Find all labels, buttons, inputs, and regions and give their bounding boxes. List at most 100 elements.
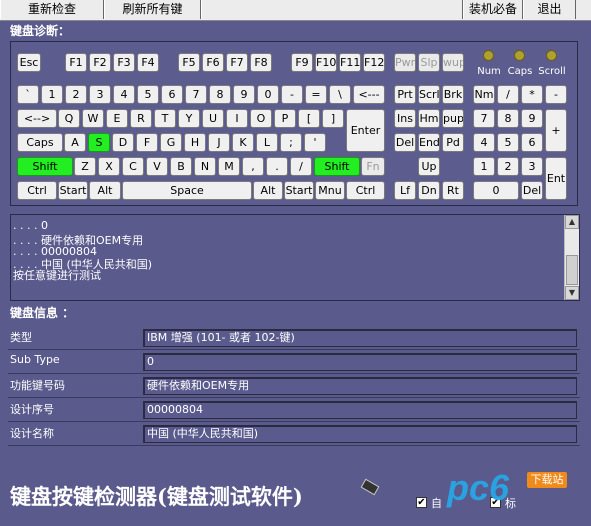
key-n0[interactable]: 0 xyxy=(257,85,279,104)
recheck-button[interactable]: 重新检查 xyxy=(0,0,104,19)
key-z[interactable]: Z xyxy=(74,157,96,176)
key-k1[interactable]: 1 xyxy=(473,157,495,176)
key-n4[interactable]: 4 xyxy=(113,85,135,104)
key-kadd[interactable]: + xyxy=(545,109,567,152)
key-kent[interactable]: Ent xyxy=(545,157,567,200)
key-k9[interactable]: 9 xyxy=(521,109,543,128)
key-f12[interactable]: F12 xyxy=(363,53,385,72)
key-f5[interactable]: F5 xyxy=(178,53,200,72)
key-right[interactable]: Rt xyxy=(442,181,464,200)
key-equal[interactable]: = xyxy=(305,85,327,104)
key-c[interactable]: C xyxy=(122,157,144,176)
key-prt[interactable]: Prt xyxy=(394,85,416,104)
key-slash[interactable]: / xyxy=(290,157,312,176)
key-x[interactable]: X xyxy=(98,157,120,176)
key-semicolon[interactable]: ; xyxy=(280,133,302,152)
key-f6[interactable]: F6 xyxy=(202,53,224,72)
key-m[interactable]: M xyxy=(218,157,240,176)
key-pup[interactable]: pup xyxy=(442,109,464,128)
key-k6[interactable]: 6 xyxy=(521,133,543,152)
key-rbracket[interactable]: ] xyxy=(322,109,344,128)
key-fn[interactable]: Fn xyxy=(361,157,385,176)
key-f8[interactable]: F8 xyxy=(250,53,272,72)
key-d[interactable]: D xyxy=(112,133,134,152)
key-w[interactable]: W xyxy=(82,109,104,128)
key-p[interactable]: P xyxy=(274,109,296,128)
key-n2[interactable]: 2 xyxy=(65,85,87,104)
key-lstart[interactable]: Start xyxy=(58,181,88,200)
key-pd[interactable]: Pd xyxy=(442,133,464,152)
key-f7[interactable]: F7 xyxy=(226,53,248,72)
key-lctrl[interactable]: Ctrl xyxy=(17,181,57,200)
scroll-up-icon[interactable]: ▲ xyxy=(565,215,579,229)
key-rctrl[interactable]: Ctrl xyxy=(346,181,385,200)
key-wup[interactable]: wup xyxy=(442,53,464,72)
key-k7[interactable]: 7 xyxy=(473,109,495,128)
key-mnu[interactable]: Mnu xyxy=(315,181,345,200)
key-n7[interactable]: 7 xyxy=(185,85,207,104)
install-must-button[interactable]: 装机必备 xyxy=(463,0,523,19)
key-k8[interactable]: 8 xyxy=(497,109,519,128)
scroll-thumb[interactable] xyxy=(566,255,578,285)
refresh-all-keys-button[interactable]: 刷新所有键 xyxy=(104,0,201,19)
key-q[interactable]: Q xyxy=(58,109,80,128)
key-n[interactable]: N xyxy=(194,157,216,176)
log-scrollbar[interactable]: ▲ ▼ xyxy=(564,215,579,300)
key-lalt[interactable]: Alt xyxy=(89,181,121,200)
test-log[interactable]: . . . . 0 . . . . 硬件依赖和OEM专用 . . . . 000… xyxy=(10,214,580,301)
key-b[interactable]: B xyxy=(170,157,192,176)
key-space[interactable]: Space xyxy=(122,181,252,200)
key-caps[interactable]: Caps xyxy=(17,133,63,152)
key-k3[interactable]: 3 xyxy=(521,157,543,176)
key-scrl[interactable]: Scrl xyxy=(418,85,440,104)
key-f9[interactable]: F9 xyxy=(291,53,313,72)
key-i[interactable]: I xyxy=(226,109,248,128)
key-n5[interactable]: 5 xyxy=(137,85,159,104)
key-f2[interactable]: F2 xyxy=(89,53,111,72)
key-u[interactable]: U xyxy=(202,109,224,128)
key-hm[interactable]: Hm xyxy=(418,109,440,128)
scroll-down-icon[interactable]: ▼ xyxy=(565,286,579,300)
key-pwr[interactable]: Pwr xyxy=(394,53,416,72)
key-kdiv[interactable]: / xyxy=(497,85,519,104)
key-ins[interactable]: Ins xyxy=(394,109,416,128)
key-k5[interactable]: 5 xyxy=(497,133,519,152)
key-up[interactable]: Up xyxy=(418,157,440,176)
key-n9[interactable]: 9 xyxy=(233,85,255,104)
key-g[interactable]: G xyxy=(160,133,182,152)
key-o[interactable]: O xyxy=(250,109,272,128)
key-kmul[interactable]: * xyxy=(521,85,543,104)
key-lshift[interactable]: Shift xyxy=(17,157,73,176)
key-end[interactable]: End xyxy=(418,133,440,152)
key-s[interactable]: S xyxy=(88,133,110,152)
key-k2[interactable]: 2 xyxy=(497,157,519,176)
key-k4[interactable]: 4 xyxy=(473,133,495,152)
key-n1[interactable]: 1 xyxy=(41,85,63,104)
key-period[interactable]: . xyxy=(266,157,288,176)
key-v[interactable]: V xyxy=(146,157,168,176)
key-ksub[interactable]: - xyxy=(545,85,567,104)
checkbox-auto[interactable]: ✔ xyxy=(416,497,427,508)
key-h[interactable]: H xyxy=(184,133,206,152)
key-k[interactable]: K xyxy=(232,133,254,152)
key-rstart[interactable]: Start xyxy=(284,181,314,200)
key-tab[interactable]: <--> xyxy=(17,109,57,128)
key-k0[interactable]: 0 xyxy=(473,181,519,200)
key-f3[interactable]: F3 xyxy=(113,53,135,72)
key-backspace[interactable]: <--- xyxy=(353,85,385,104)
exit-button[interactable]: 退出 xyxy=(523,0,576,19)
key-l[interactable]: L xyxy=(256,133,278,152)
key-lbracket[interactable]: [ xyxy=(298,109,320,128)
key-quote[interactable]: ' xyxy=(304,133,326,152)
key-t[interactable]: T xyxy=(154,109,176,128)
key-down[interactable]: Dn xyxy=(418,181,440,200)
key-rshift[interactable]: Shift xyxy=(314,157,360,176)
key-f11[interactable]: F11 xyxy=(339,53,361,72)
key-backtick[interactable]: ` xyxy=(17,85,39,104)
key-esc[interactable]: Esc xyxy=(17,53,41,72)
key-r[interactable]: R xyxy=(130,109,152,128)
key-del[interactable]: Del xyxy=(394,133,416,152)
key-ralt[interactable]: Alt xyxy=(253,181,283,200)
key-n8[interactable]: 8 xyxy=(209,85,231,104)
key-nm[interactable]: Nm xyxy=(473,85,495,104)
